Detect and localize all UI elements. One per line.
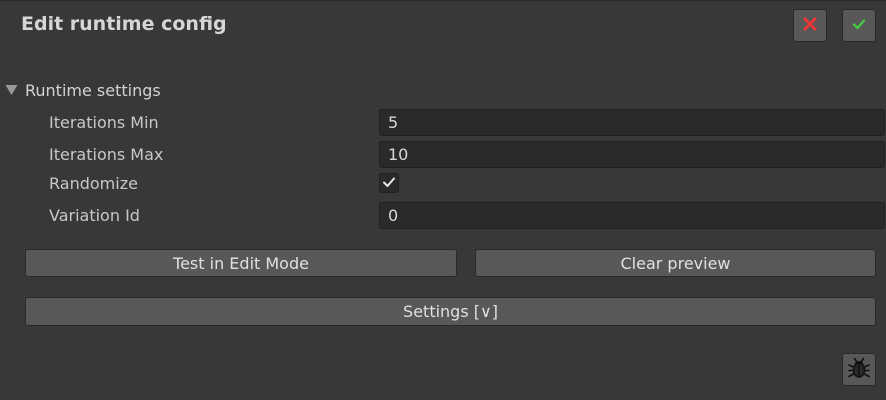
checkmark-icon — [851, 16, 867, 36]
clear-preview-button[interactable]: Clear preview — [475, 249, 876, 277]
page-title: Edit runtime config — [21, 13, 227, 35]
checkmark-icon — [382, 174, 396, 193]
settings-toggle-button[interactable]: Settings [∨] — [25, 297, 876, 326]
iterations-min-row: Iterations Min 5 — [0, 109, 886, 137]
randomize-label: Randomize — [49, 174, 138, 193]
window-top-edge — [0, 0, 886, 1]
test-in-edit-mode-button[interactable]: Test in Edit Mode — [25, 249, 457, 277]
variation-id-label: Variation Id — [49, 206, 140, 225]
randomize-checkbox[interactable] — [379, 173, 399, 193]
iterations-max-label: Iterations Max — [49, 145, 164, 164]
iterations-min-field[interactable]: 5 — [379, 109, 885, 136]
cancel-button[interactable] — [793, 9, 827, 42]
triangle-down-icon — [5, 81, 18, 100]
iterations-max-row: Iterations Max 10 — [0, 141, 886, 169]
confirm-button[interactable] — [842, 9, 876, 42]
iterations-min-label: Iterations Min — [49, 113, 159, 132]
variation-id-field[interactable]: 0 — [379, 202, 885, 229]
debug-button[interactable] — [842, 353, 876, 386]
iterations-max-field[interactable]: 10 — [379, 141, 885, 168]
variation-id-row: Variation Id 0 — [0, 202, 886, 230]
randomize-row: Randomize — [0, 170, 886, 198]
runtime-settings-foldout[interactable]: Runtime settings — [5, 80, 161, 100]
close-x-icon — [802, 16, 818, 36]
bug-icon — [846, 355, 872, 385]
foldout-label: Runtime settings — [25, 80, 161, 100]
